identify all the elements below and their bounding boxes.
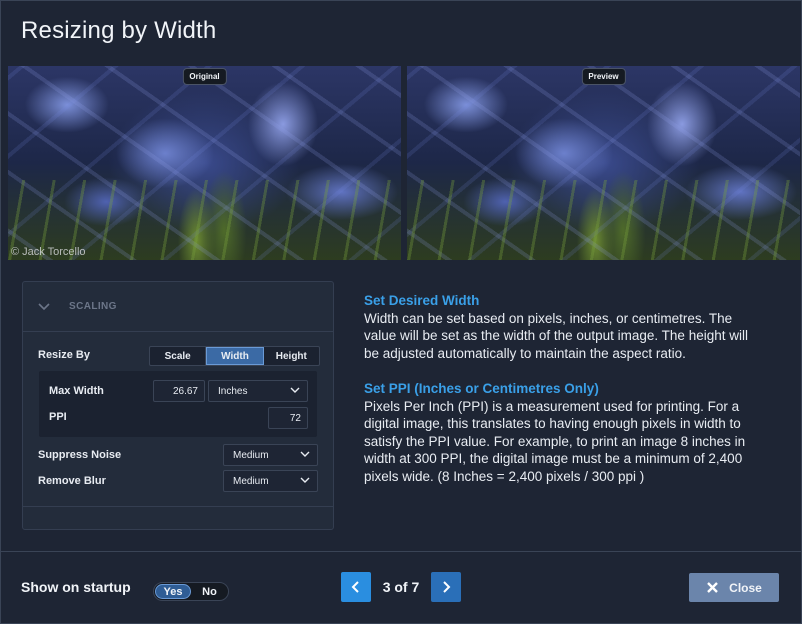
unit-select-value: Inches [218, 385, 248, 397]
chevron-down-icon [300, 477, 310, 483]
preview-image: Preview [407, 66, 800, 260]
scaling-section-label: SCALING [69, 301, 117, 312]
preview-label: Preview [581, 68, 626, 85]
scaling-panel: SCALING Resize By Scale Width Height Max… [22, 281, 334, 530]
original-image: Original © Jack Torcello [8, 66, 401, 260]
image-comparison: Original © Jack Torcello Preview [8, 66, 800, 260]
chevron-down-icon[interactable] [37, 300, 51, 314]
page-indicator: 3 of 7 [382, 579, 420, 595]
close-button-label: Close [729, 580, 762, 595]
ppi-label: PPI [49, 411, 67, 423]
info-heading-width: Set Desired Width [364, 293, 480, 308]
show-on-startup-toggle[interactable]: Yes No [153, 582, 229, 601]
chevron-down-icon [290, 387, 300, 393]
max-width-input[interactable]: 26.67 [153, 380, 205, 402]
info-text: Set Desired Width Width can be set based… [364, 292, 764, 503]
panel-divider [23, 506, 333, 507]
chevron-down-icon [300, 451, 310, 457]
chevron-left-icon [351, 581, 359, 593]
remove-blur-value: Medium [233, 475, 269, 487]
chevron-right-icon [443, 581, 451, 593]
show-on-startup-label: Show on startup [21, 579, 131, 595]
close-button[interactable]: Close [689, 573, 779, 602]
remove-blur-label: Remove Blur [38, 475, 106, 487]
scaling-header[interactable]: SCALING [23, 282, 333, 332]
info-heading-ppi: Set PPI (Inches or Centimetres Only) [364, 381, 599, 396]
dialog-footer: Show on startup Yes No 3 of 7 Close [1, 551, 801, 623]
width-settings-group: Max Width 26.67 Inches PPI 72 [39, 371, 317, 437]
resize-option-width[interactable]: Width [206, 347, 264, 365]
resize-option-height[interactable]: Height [264, 347, 319, 365]
remove-blur-select[interactable]: Medium [223, 470, 318, 492]
info-body-width: Width can be set based on pixels, inches… [364, 310, 748, 361]
toggle-no[interactable]: No [191, 586, 228, 598]
ppi-input[interactable]: 72 [268, 407, 308, 429]
resize-by-label: Resize By [38, 349, 90, 361]
dialog-title: Resizing by Width [21, 17, 217, 44]
suppress-noise-select[interactable]: Medium [223, 444, 318, 466]
info-body-ppi: Pixels Per Inch (PPI) is a measurement u… [364, 398, 746, 484]
suppress-noise-label: Suppress Noise [38, 449, 122, 461]
tutorial-dialog: Resizing by Width Original © Jack Torcel… [0, 0, 802, 624]
x-icon [707, 582, 719, 593]
resize-by-segmented: Scale Width Height [149, 346, 320, 366]
unit-select[interactable]: Inches [208, 380, 308, 402]
toggle-yes[interactable]: Yes [155, 584, 191, 599]
original-label: Original [182, 68, 227, 85]
next-page-button[interactable] [431, 572, 461, 602]
resize-option-scale[interactable]: Scale [150, 347, 207, 365]
max-width-label: Max Width [49, 385, 104, 397]
photo-credit: © Jack Torcello [11, 246, 86, 258]
previous-page-button[interactable] [341, 572, 371, 602]
suppress-noise-value: Medium [233, 449, 269, 461]
